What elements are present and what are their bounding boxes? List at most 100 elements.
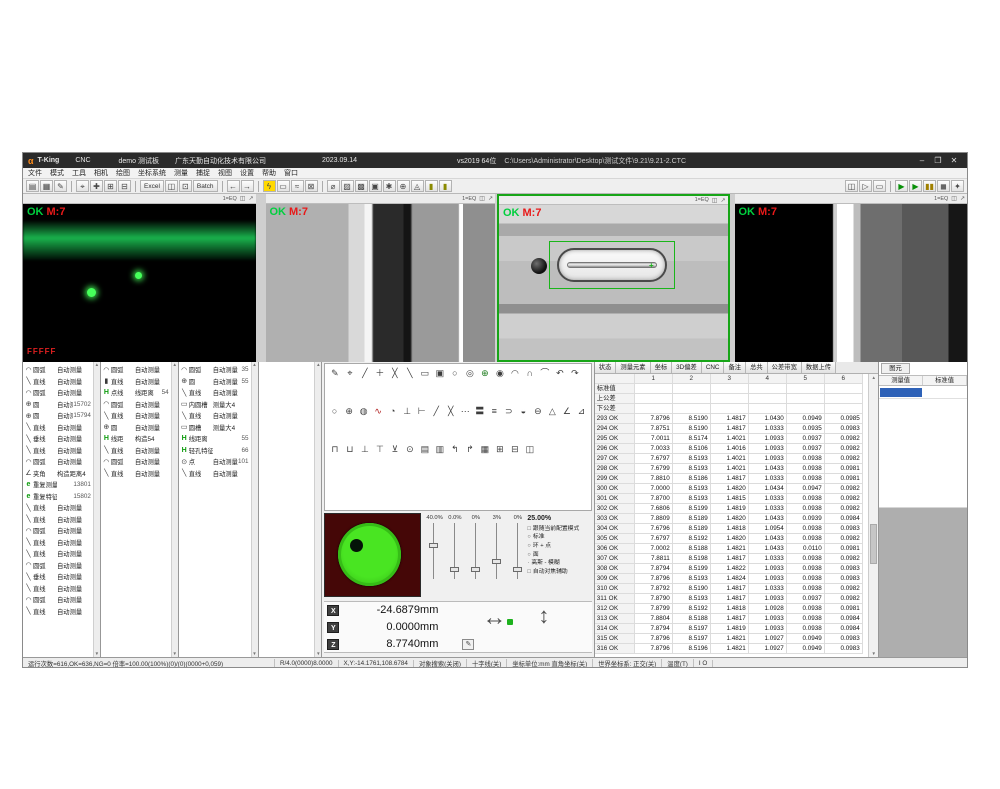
table-cell[interactable]: 8.5197 [673,634,711,644]
tool-icon[interactable]: ∠ [561,405,574,417]
tool-icon[interactable]: ○ [448,367,461,379]
table-cell[interactable]: 0.0982 [825,454,863,464]
tool-icon[interactable]: ⊥ [358,443,371,455]
table-tab[interactable]: 数据上传 [802,362,836,373]
table-cell[interactable]: 7.8796 [635,414,673,424]
light-option[interactable]: □跟随当前配置模式 [527,525,589,534]
table-cell[interactable]: 0.0938 [787,464,825,474]
tool-icon[interactable]: ╳ [445,405,458,417]
table-cell[interactable]: 下公差 [595,404,635,414]
table-cell[interactable]: 8.5186 [673,474,711,484]
snapshot-icon[interactable]: ◫ [240,195,246,202]
menu-item[interactable]: 绘图 [116,168,130,178]
add-point-button[interactable]: ✚ [90,180,103,192]
table-cell[interactable]: 301 OK [595,494,635,504]
table-cell[interactable]: 305 OK [595,534,635,544]
table-cell[interactable]: 0.0938 [787,454,825,464]
table-cell[interactable]: 0.0984 [825,514,863,524]
table-scrollbar[interactable]: ▲ ▼ [868,374,878,657]
table-cell[interactable]: 0.0938 [787,554,825,564]
table-cell[interactable]: 1.0954 [749,524,787,534]
table-cell[interactable]: 0.0938 [787,624,825,634]
table-cell[interactable]: 309 OK [595,574,635,584]
table-cell[interactable]: 7.8810 [635,474,673,484]
tool-icon[interactable]: ⊖ [532,405,545,417]
table-cell[interactable]: 0.0939 [787,514,825,524]
table-cell[interactable]: 0.0985 [825,414,863,424]
light-slider[interactable] [513,523,522,579]
table-cell[interactable]: 1.0433 [749,464,787,474]
expand-icon[interactable]: ↗ [960,195,965,202]
table-tab[interactable]: 状态 [595,362,617,373]
table-cell[interactable]: 7.8809 [635,514,673,524]
table-cell[interactable]: 0.0982 [825,504,863,514]
table-cell[interactable]: 0.0938 [787,524,825,534]
table-cell[interactable]: 1.4821 [711,634,749,644]
table-cell[interactable]: 7.6797 [635,534,673,544]
table-tab[interactable]: 总共 [746,362,768,373]
table-cell[interactable]: 1.0933 [749,454,787,464]
table-cell[interactable]: 0.0982 [825,554,863,564]
table-cell[interactable]: 299 OK [595,474,635,484]
table-tab[interactable]: 备注 [724,362,746,373]
tool-icon[interactable]: ∿ [372,405,385,417]
status-segment[interactable]: 十字线(关) [467,659,507,668]
table-cell[interactable]: 7.0000 [635,484,673,494]
tool-icon[interactable]: ▭ [418,367,431,379]
tool-icon[interactable]: ⊔ [343,443,356,455]
table-cell[interactable]: 1.4021 [711,454,749,464]
expand-icon[interactable]: ↗ [720,197,725,204]
list-item[interactable]: ╲直线自动测量 [23,537,92,549]
expand-icon[interactable]: ↗ [248,195,253,202]
slider-thumb[interactable] [429,543,438,548]
tool-icon[interactable]: ⊕ [343,405,356,417]
table-cell[interactable]: 0.0938 [787,534,825,544]
selected-row-highlight[interactable] [880,388,922,397]
menu-item[interactable]: 视图 [218,168,232,178]
scrollbar[interactable]: ▲▼ [314,362,321,657]
table-cell[interactable]: 0.0938 [787,494,825,504]
tool-icon[interactable]: ⊢ [415,405,428,417]
table-cell[interactable]: 8.5193 [673,464,711,474]
list-item[interactable]: ◠圆弧自动测量 [23,560,92,572]
tool-icon[interactable]: ⊃ [503,405,516,417]
table-tab[interactable]: 公差带宽 [768,362,802,373]
table-cell[interactable]: 1.0933 [749,434,787,444]
edit-button[interactable]: ✎ [54,180,67,192]
tools-button[interactable]: ✦ [951,180,964,192]
list-item[interactable]: ◠圆弧自动测量35 [179,364,250,376]
table-cell[interactable]: 7.0011 [635,434,673,444]
table-cell[interactable] [711,404,749,414]
table-cell[interactable]: 1.0333 [749,504,787,514]
tool-icon[interactable]: ○ [328,405,341,417]
table-cell[interactable]: 1.4818 [711,604,749,614]
table-cell[interactable]: 1.0333 [749,424,787,434]
tool-icon[interactable]: ⊕ [478,367,491,379]
table-cell[interactable]: 1.0933 [749,614,787,624]
table-cell[interactable]: 1.4817 [711,554,749,564]
tool-icon[interactable]: ⊤ [373,443,386,455]
burst-button[interactable]: ✱ [383,180,396,192]
camera-panel-3-selected[interactable]: 1=EQ ◫ ↗ OKM:7 + [497,194,730,362]
table-cell[interactable]: 0.0935 [787,424,825,434]
status-segment[interactable]: 坐标单位:mm 直角坐标(关) [507,659,593,668]
tool-icon[interactable]: ▥ [433,443,446,455]
table-cell[interactable]: 7.8811 [635,554,673,564]
arrow-left-button[interactable]: ← [227,180,240,192]
table-cell[interactable]: 1.4817 [711,614,749,624]
table-cell[interactable]: 304 OK [595,524,635,534]
table-cell[interactable]: 298 OK [595,464,635,474]
table-cell[interactable]: 8.5190 [673,424,711,434]
menu-item[interactable]: 模式 [50,168,64,178]
arrow-right-button[interactable]: → [241,180,254,192]
table-tab[interactable]: CNC [702,362,725,373]
table-cell[interactable]: 1.4817 [711,594,749,604]
table-cell[interactable]: 0.0938 [787,504,825,514]
table-cell[interactable]: 1.4016 [711,444,749,454]
table-cell[interactable]: 8.5196 [673,644,711,654]
table-cell[interactable]: 0.0982 [825,494,863,504]
table-cell[interactable]: 8.5189 [673,514,711,524]
tool-icon[interactable]: 〓 [474,405,487,417]
slider-thumb[interactable] [513,567,522,572]
table-cell[interactable]: 0.0938 [787,474,825,484]
